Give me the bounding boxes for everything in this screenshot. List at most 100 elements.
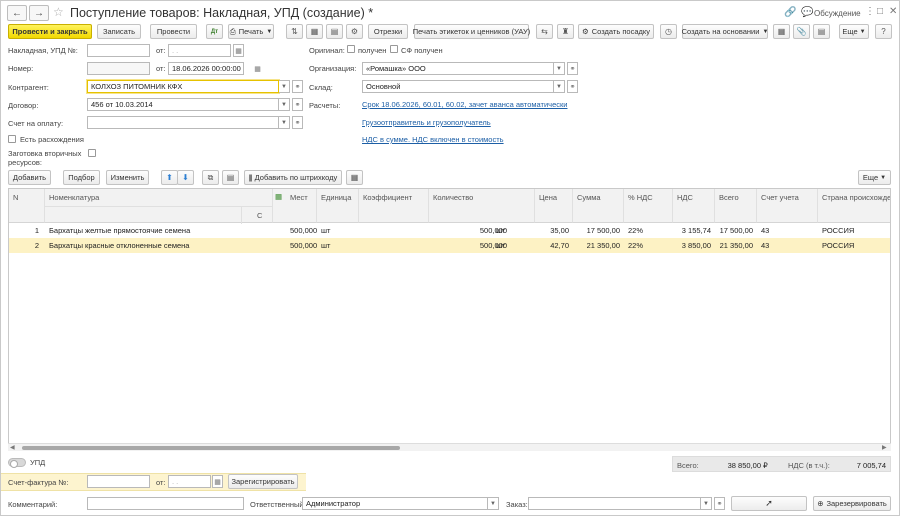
shipper-consignee-link[interactable]: Грузоотправитель и грузополучатель [362, 118, 491, 127]
row-country[interactable]: РОССИЯ [818, 223, 890, 238]
settlements-link[interactable]: Срок 18.06.2026, 60.01, 60.02, зачет ава… [362, 100, 567, 109]
col-header-quantity[interactable]: Количество [429, 189, 535, 223]
history-icon[interactable]: ◷ [660, 24, 677, 39]
discussion-link[interactable]: Обсуждение [814, 9, 861, 18]
col-header-sum[interactable]: Сумма [573, 189, 624, 223]
col-header-places[interactable]: Мест [286, 189, 317, 223]
chevron-down-icon[interactable]: ▼ [279, 80, 290, 93]
invoice-number-field[interactable] [87, 44, 150, 57]
row-vat[interactable]: 3 850,00 [673, 238, 715, 253]
document-icon[interactable]: ▤ [813, 24, 830, 39]
create-based-on-button[interactable]: Создать на основании ▼ [682, 24, 768, 39]
sf-number-field[interactable] [87, 475, 150, 488]
more-button[interactable]: Еще ▼ [839, 24, 869, 39]
table-more-button[interactable]: Еще ▼ [858, 170, 891, 185]
scrollbar-thumb[interactable] [22, 446, 400, 450]
print-button[interactable]: ⎙ Печать ▼ [228, 24, 274, 39]
calendar-icon[interactable]: ▦ [212, 475, 223, 488]
print-labels-button[interactable]: Печать этикеток и ценников (УАУ) [413, 24, 530, 39]
horizontal-scrollbar[interactable]: ◀ ▶ [8, 443, 891, 451]
order-field[interactable] [528, 497, 701, 510]
open-link-icon[interactable]: ⚭ [714, 497, 725, 510]
fill-order-button[interactable]: ➚ [731, 496, 807, 511]
invoice-date-field[interactable]: . . [168, 44, 231, 57]
row-unit[interactable]: шт [317, 223, 359, 238]
link-icon[interactable]: 🔗 [784, 7, 796, 18]
open-link-icon[interactable]: ⚭ [292, 80, 303, 93]
post-and-close-button[interactable]: Провести и закрыть [8, 24, 92, 39]
attachment-icon[interactable]: 📎 [793, 24, 810, 39]
help-button[interactable]: ? [875, 24, 892, 39]
col-header-total[interactable]: Всего [715, 189, 757, 223]
discussion-icon[interactable]: 💬 [801, 7, 813, 18]
cuts-button[interactable]: Отрезки [368, 24, 408, 39]
row-nomenclature[interactable]: Бархатцы желтые прямостоячие семена [45, 223, 273, 238]
table-row-selected[interactable]: 2 Бархатцы красные отклоненные семена 50… [9, 238, 890, 253]
comment-field[interactable] [87, 497, 244, 510]
row-account[interactable]: 43 [757, 223, 818, 238]
open-link-icon[interactable]: ⚭ [292, 98, 303, 111]
row-total[interactable]: 17 500,00 [715, 223, 757, 238]
invoice-pay-field[interactable] [87, 116, 279, 129]
row-unit[interactable]: шт [317, 238, 359, 253]
organization-field[interactable]: «Ромашка» ООО [362, 62, 554, 75]
counterparty-field[interactable]: КОЛХОЗ ПИТОМНИК КФХ [87, 80, 279, 93]
col-header-c[interactable]: С [241, 207, 273, 224]
row-country[interactable]: РОССИЯ [818, 238, 890, 253]
transfer-icon[interactable]: ⇆ [536, 24, 553, 39]
open-link-icon[interactable]: ⚭ [292, 116, 303, 129]
move-up-icon[interactable]: ⬆ [161, 170, 178, 185]
row-vat-percent[interactable]: 22% [624, 223, 673, 238]
row-price[interactable]: 35,00 [535, 223, 573, 238]
chevron-down-icon[interactable]: ▼ [279, 116, 290, 129]
col-header-coefficient[interactable]: Коэффициент [359, 189, 429, 223]
calendar-icon[interactable]: ▦ [233, 44, 244, 57]
col-header-n[interactable]: N [9, 189, 45, 223]
paste-icon[interactable]: ▤ [222, 170, 239, 185]
responsible-field[interactable]: Администратор [302, 497, 488, 510]
open-link-icon[interactable]: ⚭ [567, 62, 578, 75]
sort-icon[interactable]: ⇅ [286, 24, 303, 39]
maximize-icon[interactable]: □ [877, 6, 883, 17]
calendar-icon[interactable]: ▦ [346, 170, 363, 185]
row-places[interactable]: 500,000 [286, 223, 317, 238]
row-account[interactable]: 43 [757, 238, 818, 253]
sf-received-checkbox[interactable] [390, 45, 398, 53]
original-received-checkbox[interactable] [347, 45, 355, 53]
discrepancies-checkbox[interactable] [8, 135, 16, 143]
row-nomenclature[interactable]: Бархатцы красные отклоненные семена [45, 238, 273, 253]
dt-kt-icon[interactable]: Дт [206, 24, 223, 39]
upd-toggle[interactable] [8, 458, 26, 468]
col-header-account[interactable]: Счет учета [757, 189, 818, 223]
row-sum[interactable]: 17 500,00 [573, 223, 624, 238]
forward-button[interactable]: → [29, 5, 49, 21]
number-field[interactable] [87, 62, 150, 75]
back-button[interactable]: ← [7, 5, 27, 21]
settings-icon[interactable]: ⚙ [346, 24, 363, 39]
more-vertical-icon[interactable]: ⋮ [865, 6, 875, 17]
structure-icon[interactable]: ▦ [306, 24, 323, 39]
col-header-price[interactable]: Цена [535, 189, 573, 223]
warehouse-field[interactable]: Основной [362, 80, 554, 93]
col-header-vat-percent[interactable]: % НДС [624, 189, 673, 223]
copy-icon[interactable]: ⧉ [202, 170, 219, 185]
chevron-down-icon[interactable]: ▼ [554, 80, 565, 93]
row-vat[interactable]: 3 155,74 [673, 223, 715, 238]
chevron-down-icon[interactable]: ▼ [279, 98, 290, 111]
table-settings-icon[interactable]: ▦ [273, 189, 286, 223]
col-header-unit[interactable]: Единица [317, 189, 359, 223]
calendar-icon[interactable]: ▦ [252, 62, 263, 75]
sf-date-field[interactable]: . . [168, 475, 211, 488]
change-button[interactable]: Изменить [106, 170, 149, 185]
warehouse-icon[interactable]: ♜ [557, 24, 574, 39]
row-price[interactable]: 42,70 [535, 238, 573, 253]
col-header-country[interactable]: Страна происхожде... [818, 189, 890, 223]
col-header-vat[interactable]: НДС [673, 189, 715, 223]
row-total[interactable]: 21 350,00 [715, 238, 757, 253]
secondary-resources-checkbox[interactable] [88, 149, 96, 157]
chevron-down-icon[interactable]: ▼ [554, 62, 565, 75]
move-down-icon[interactable]: ⬇ [177, 170, 194, 185]
close-icon[interactable]: ✕ [889, 6, 897, 17]
report-icon[interactable]: ▤ [326, 24, 343, 39]
favorite-star-icon[interactable]: ☆ [53, 5, 64, 19]
